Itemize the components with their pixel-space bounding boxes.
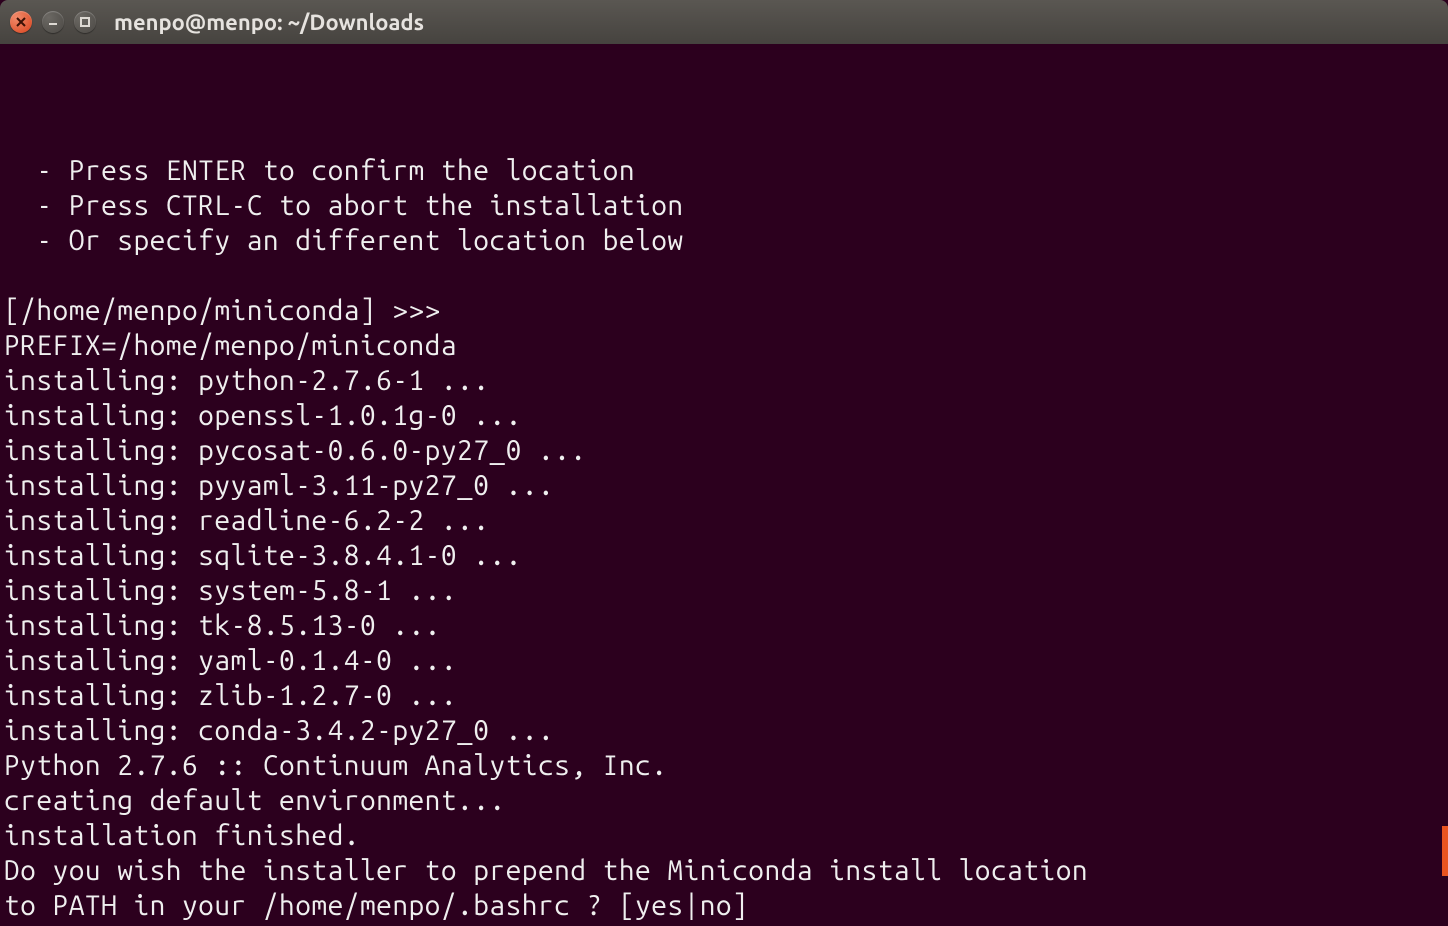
terminal-line: installing: zlib-1.2.7-0 ... <box>4 678 1444 713</box>
terminal-line: installing: openssl-1.0.1g-0 ... <box>4 398 1444 433</box>
terminal-line: [/home/menpo/miniconda] >>> <box>4 293 1444 328</box>
terminal-line: installing: conda-3.4.2-py27_0 ... <box>4 713 1444 748</box>
close-icon[interactable] <box>10 11 32 33</box>
terminal-line: installation finished. <box>4 818 1444 853</box>
terminal-line: Python 2.7.6 :: Continuum Analytics, Inc… <box>4 748 1444 783</box>
window-title: menpo@menpo: ~/Downloads <box>114 10 424 35</box>
terminal-line: installing: pyyaml-3.11-py27_0 ... <box>4 468 1444 503</box>
terminal-line: - Or specify an different location below <box>4 223 1444 258</box>
window-titlebar: menpo@menpo: ~/Downloads <box>0 0 1448 44</box>
minimize-icon[interactable] <box>42 11 64 33</box>
terminal-line: installing: pycosat-0.6.0-py27_0 ... <box>4 433 1444 468</box>
terminal-line: installing: python-2.7.6-1 ... <box>4 363 1444 398</box>
terminal-line: - Press ENTER to confirm the location <box>4 153 1444 188</box>
terminal-line: installing: tk-8.5.13-0 ... <box>4 608 1444 643</box>
terminal-line: installing: sqlite-3.8.4.1-0 ... <box>4 538 1444 573</box>
terminal-line: installing: system-5.8-1 ... <box>4 573 1444 608</box>
terminal-line: to PATH in your /home/menpo/.bashrc ? [y… <box>4 888 1444 923</box>
terminal-line: PREFIX=/home/menpo/miniconda <box>4 328 1444 363</box>
scrollbar-handle[interactable] <box>1442 826 1448 876</box>
terminal-line <box>4 118 1444 153</box>
terminal-line: installing: yaml-0.1.4-0 ... <box>4 643 1444 678</box>
terminal-output: - Press ENTER to confirm the location - … <box>4 118 1444 923</box>
terminal-line: Do you wish the installer to prepend the… <box>4 853 1444 888</box>
terminal-area[interactable]: - Press ENTER to confirm the location - … <box>0 44 1448 926</box>
maximize-icon[interactable] <box>74 11 96 33</box>
terminal-line: installing: readline-6.2-2 ... <box>4 503 1444 538</box>
window-controls <box>10 11 96 33</box>
terminal-line: - Press CTRL-C to abort the installation <box>4 188 1444 223</box>
terminal-line <box>4 258 1444 293</box>
terminal-line: creating default environment... <box>4 783 1444 818</box>
